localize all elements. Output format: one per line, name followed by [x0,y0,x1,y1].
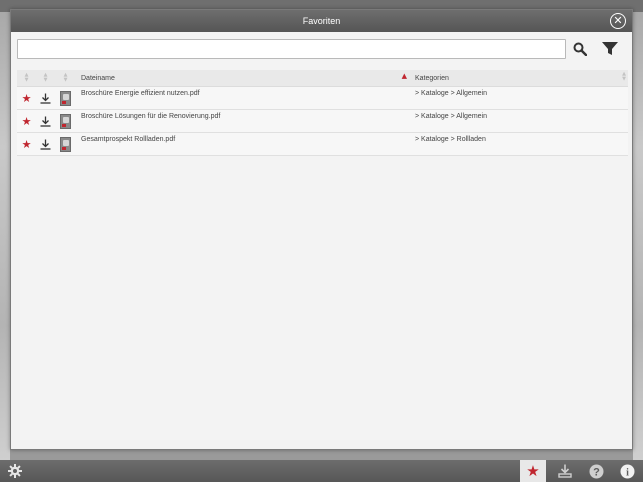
header-filename[interactable]: Dateiname ▲ [76,71,409,82]
close-button[interactable]: ✕ [610,13,626,29]
row-category: > Kataloge > Allgemein [415,90,487,97]
favorites-dialog: Favoriten ✕ ▲ ▼ ▲ ▼ ▲ ▼ Dateiname ▲ Kate… [10,9,633,450]
row-category: > Kataloge > Rollladen [415,136,486,143]
filter-icon [602,42,618,55]
table-row[interactable]: ★ Broschüre Lösungen für die Renovierung… [17,110,628,133]
sort-download-column[interactable]: ▲ ▼ [36,73,55,83]
info-icon: i [620,464,634,478]
header-filename-label: Dateiname [81,74,115,82]
star-icon[interactable]: ★ [22,92,32,105]
info-button[interactable]: i [614,460,640,482]
sort-arrows-icon: ▲ ▼ [24,72,29,83]
header-category[interactable]: Kategorien ▲ ▼ [409,70,628,82]
favorites-table: ▲▼ ▲▼ ▲▼ Dateiname ▲ Kategorien ▲▼ ★ [17,70,628,156]
row-filename: Broschüre Lösungen für die Renovierung.p… [81,113,221,120]
star-icon[interactable]: ★ [22,115,32,128]
svg-text:i: i [626,467,629,478]
sort-ascending-icon: ▲ [401,71,407,80]
svg-text:?: ? [593,466,600,478]
table-row[interactable]: ★ Broschüre Energie effizient nutzen.pdf… [17,87,628,110]
row-filename: Broschüre Energie effizient nutzen.pdf [81,90,200,97]
search-icon [573,42,587,56]
filter-button[interactable] [598,38,622,60]
search-input[interactable] [17,39,566,59]
sort-arrows-icon: ▲ ▼ [43,72,48,83]
help-button[interactable]: ? [583,460,609,482]
document-thumbnail[interactable] [60,113,71,129]
search-button[interactable] [569,38,591,60]
sort-favorite-column[interactable]: ▲ ▼ [17,73,36,83]
download-icon [558,464,572,478]
download-icon[interactable] [40,93,51,104]
sort-arrows-icon: ▲ ▼ [622,70,626,82]
favorites-tab-button[interactable]: ★ [520,460,546,482]
row-category: > Kataloge > Allgemein [415,113,487,120]
dialog-header: Favoriten ✕ [11,10,632,32]
header-category-label: Kategorien [415,74,449,82]
download-icon[interactable] [40,116,51,127]
sort-thumbnail-column[interactable]: ▲ ▼ [55,73,76,83]
close-icon: ✕ [613,14,623,27]
dialog-title: Favoriten [302,16,341,26]
document-thumbnail[interactable] [60,136,71,152]
background-right-edge [633,12,643,460]
table-header: ▲ ▼ ▲ ▼ ▲ ▼ Dateiname ▲ Kategorien ▲ ▼ [17,70,628,87]
table-row[interactable]: ★ Gesamtprospekt Rollladen.pdf > Katalog… [17,133,628,156]
star-icon: ★ [526,462,540,480]
row-filename: Gesamtprospekt Rollladen.pdf [81,136,176,143]
settings-button[interactable] [2,460,28,482]
gear-icon [8,464,22,478]
star-icon[interactable]: ★ [22,138,32,151]
question-icon: ? [589,464,603,478]
document-thumbnail[interactable] [60,90,71,106]
sort-arrows-icon: ▲ ▼ [63,72,68,83]
bottom-toolbar: ★ ? i [0,460,643,482]
download-icon[interactable] [40,139,51,150]
downloads-tab-button[interactable] [552,460,578,482]
background-left-edge [0,12,10,460]
